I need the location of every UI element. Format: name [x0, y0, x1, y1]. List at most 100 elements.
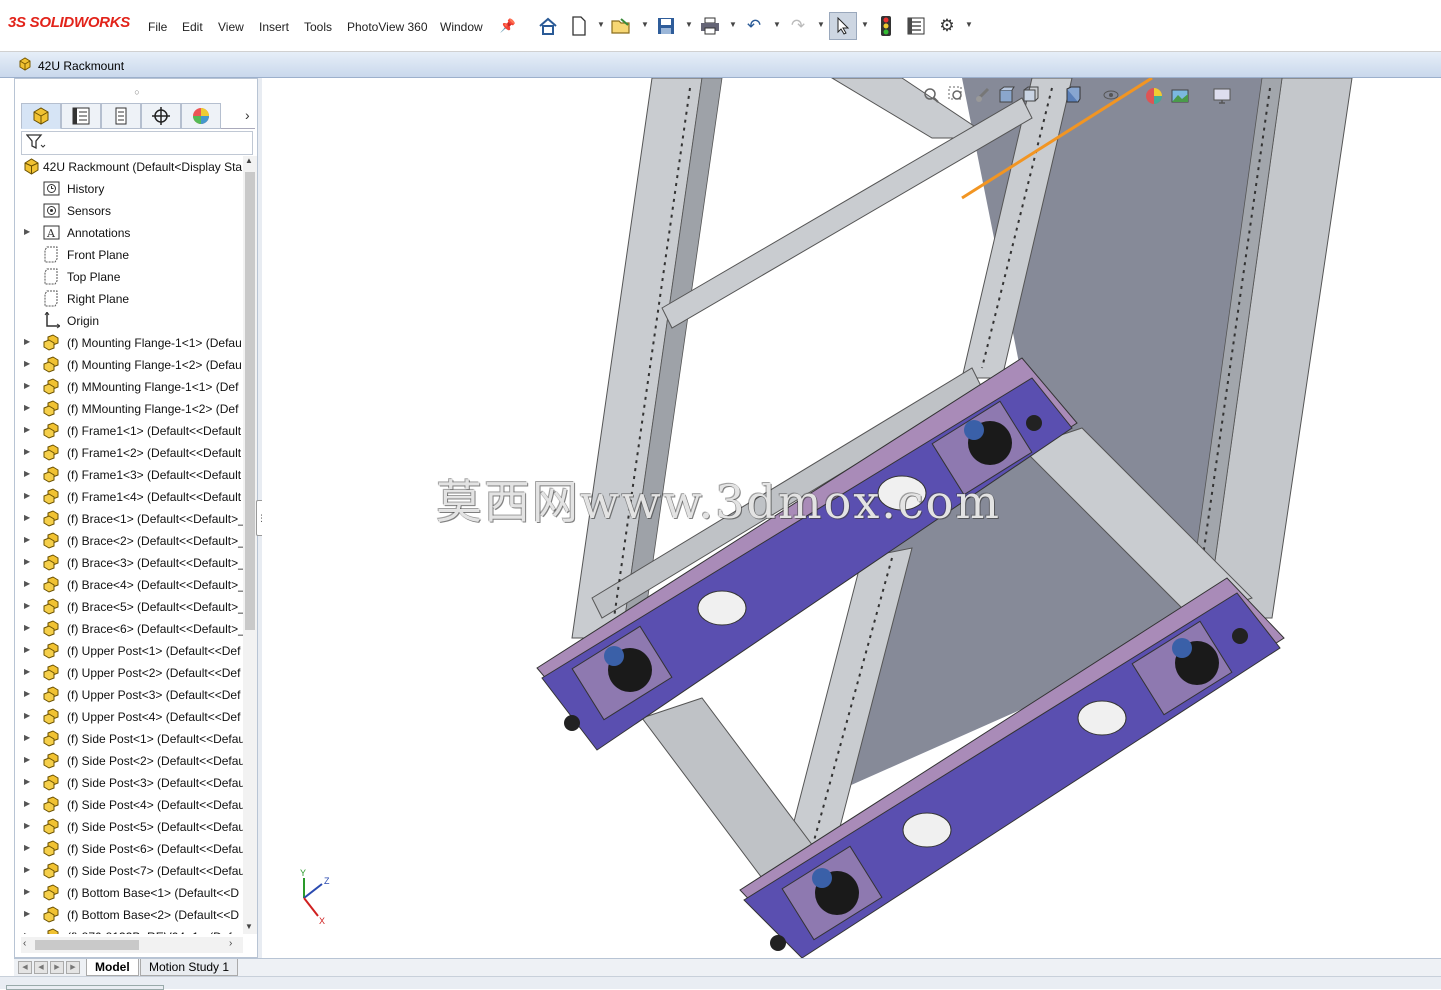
redo-icon[interactable]: ↷	[786, 14, 810, 38]
home-icon[interactable]	[536, 14, 560, 38]
expand-arrow-icon[interactable]: ▶	[24, 601, 30, 610]
tree-item[interactable]: ▶ (f) 870-8133B_REV04<1> (Defaul	[15, 926, 243, 934]
open-folder-icon[interactable]	[610, 14, 634, 38]
tree-item[interactable]: Origin	[15, 310, 243, 332]
menu-view[interactable]: View	[218, 20, 244, 34]
tab-configuration-manager[interactable]	[101, 103, 141, 129]
section-view-icon[interactable]	[998, 86, 1018, 106]
expand-arrow-icon[interactable]: ▶	[24, 381, 30, 390]
scroll-thumb[interactable]	[245, 172, 255, 630]
expand-arrow-icon[interactable]: ▶	[24, 403, 30, 412]
zoom-to-fit-icon[interactable]	[922, 86, 942, 106]
tree-item[interactable]: ▶ (f) Side Post<4> (Default<<Defau	[15, 794, 243, 816]
scroll-left-icon[interactable]: ‹	[23, 938, 26, 949]
expand-arrow-icon[interactable]: ▶	[24, 513, 30, 522]
tree-item[interactable]: ▶ (f) Brace<5> (Default<<Default>_	[15, 596, 243, 618]
print-icon[interactable]	[698, 14, 722, 38]
tab-model[interactable]: Model	[86, 959, 139, 976]
prev-tab-icon[interactable]: ◀	[34, 961, 48, 974]
redo-dropdown-icon[interactable]: ▼	[817, 20, 825, 29]
expand-arrow-icon[interactable]: ▶	[24, 557, 30, 566]
tree-item[interactable]: ▶ (f) Upper Post<3> (Default<<Def	[15, 684, 243, 706]
edit-appearance-icon[interactable]	[1144, 86, 1164, 106]
expand-arrow-icon[interactable]: ▶	[24, 623, 30, 632]
menu-photoview[interactable]: PhotoView 360	[347, 20, 428, 34]
expand-arrow-icon[interactable]: ▶	[24, 909, 30, 918]
rebuild-icon[interactable]	[874, 14, 898, 38]
tab-display-manager[interactable]	[181, 103, 221, 129]
tree-item[interactable]: ▶ (f) Bottom Base<2> (Default<<D	[15, 904, 243, 926]
expand-arrow-icon[interactable]: ▶	[24, 777, 30, 786]
tree-item[interactable]: ▶ (f) Brace<2> (Default<<Default>_	[15, 530, 243, 552]
select-pointer-icon[interactable]	[829, 12, 857, 40]
save-dropdown-icon[interactable]: ▼	[685, 20, 693, 29]
save-icon[interactable]	[654, 14, 678, 38]
undo-dropdown-icon[interactable]: ▼	[773, 20, 781, 29]
tree-item[interactable]: ▶ (f) Bottom Base<1> (Default<<D	[15, 882, 243, 904]
expand-arrow-icon[interactable]: ▶	[24, 359, 30, 368]
tree-item[interactable]: ▶ (f) Side Post<6> (Default<<Defau	[15, 838, 243, 860]
options-dropdown-icon[interactable]: ▼	[965, 20, 973, 29]
menu-window[interactable]: Window	[440, 20, 483, 34]
tree-item[interactable]: ▶ (f) Upper Post<1> (Default<<Def	[15, 640, 243, 662]
first-tab-icon[interactable]: ◀	[18, 961, 32, 974]
expand-arrow-icon[interactable]: ▶	[24, 535, 30, 544]
tree-item[interactable]: Top Plane	[15, 266, 243, 288]
tree-item[interactable]: ▶ (f) Upper Post<4> (Default<<Def	[15, 706, 243, 728]
expand-arrow-icon[interactable]: ▶	[24, 425, 30, 434]
solidworks-logo[interactable]: 3S SOLIDWORKS	[8, 14, 130, 31]
expand-arrow-icon[interactable]: ▶	[24, 865, 30, 874]
tabs-next-icon[interactable]: ›	[245, 107, 250, 123]
file-properties-icon[interactable]	[904, 14, 928, 38]
new-dropdown-icon[interactable]: ▼	[597, 20, 605, 29]
menu-file[interactable]: File	[148, 20, 167, 34]
expand-arrow-icon[interactable]: ▶	[24, 579, 30, 588]
tab-feature-manager[interactable]	[21, 103, 61, 129]
apply-scene-icon[interactable]	[1170, 86, 1190, 106]
tab-motion-study-1[interactable]: Motion Study 1	[140, 959, 239, 976]
tree-item[interactable]: ▶ (f) Mounting Flange-1<1> (Defau	[15, 332, 243, 354]
tree-vertical-scrollbar[interactable]: ▲ ▼	[243, 156, 257, 934]
open-dropdown-icon[interactable]: ▼	[641, 20, 649, 29]
expand-arrow-icon[interactable]: ▶	[24, 821, 30, 830]
view-orientation-icon[interactable]	[1022, 86, 1042, 106]
tab-property-manager[interactable]	[61, 103, 101, 129]
graphics-area[interactable]: Y Z X 莫西网www.3dmox.com	[262, 78, 1441, 958]
tree-item[interactable]: ▶ (f) Brace<4> (Default<<Default>_	[15, 574, 243, 596]
expand-arrow-icon[interactable]: ▶	[24, 469, 30, 478]
expand-arrow-icon[interactable]: ▶	[24, 689, 30, 698]
pin-icon[interactable]: 📌	[496, 14, 520, 38]
tree-horizontal-scrollbar[interactable]: ‹ ›	[21, 937, 243, 953]
view-settings-icon[interactable]	[1212, 86, 1232, 106]
scroll-down-icon[interactable]: ▼	[245, 922, 253, 931]
menu-edit[interactable]: Edit	[182, 20, 203, 34]
tree-item[interactable]: History	[15, 178, 243, 200]
tree-item[interactable]: ▶ (f) Mounting Flange-1<2> (Defau	[15, 354, 243, 376]
display-style-icon[interactable]	[1064, 86, 1084, 106]
next-tab-icon[interactable]: ▶	[50, 961, 64, 974]
tree-item[interactable]: Right Plane	[15, 288, 243, 310]
tree-item[interactable]: ▶ (f) Upper Post<2> (Default<<Def	[15, 662, 243, 684]
tree-item[interactable]: ▶ (f) MMounting Flange-1<2> (Def	[15, 398, 243, 420]
undo-icon[interactable]: ↶	[742, 14, 766, 38]
tree-item[interactable]: ▶ (f) Frame1<4> (Default<<Default	[15, 486, 243, 508]
expand-arrow-icon[interactable]: ▶	[24, 667, 30, 676]
tree-item[interactable]: ▶ (f) Side Post<2> (Default<<Defau	[15, 750, 243, 772]
expand-arrow-icon[interactable]: ▶	[24, 491, 30, 500]
tree-item[interactable]: ▶ A Annotations	[15, 222, 243, 244]
scroll-right-icon[interactable]: ›	[229, 938, 232, 949]
menu-tools[interactable]: Tools	[304, 20, 332, 34]
tree-item[interactable]: Sensors	[15, 200, 243, 222]
hide-show-icon[interactable]	[1102, 86, 1122, 106]
panel-grip[interactable]: ○	[15, 87, 259, 97]
tree-item[interactable]: ▶ (f) Brace<6> (Default<<Default>_	[15, 618, 243, 640]
menu-insert[interactable]: Insert	[259, 20, 289, 34]
expand-arrow-icon[interactable]: ▶	[24, 887, 30, 896]
options-gear-icon[interactable]: ⚙	[935, 14, 959, 38]
new-document-icon[interactable]	[567, 14, 591, 38]
expand-arrow-icon[interactable]: ▶	[24, 337, 30, 346]
tree-item[interactable]: ▶ (f) Brace<1> (Default<<Default>_	[15, 508, 243, 530]
zoom-area-icon[interactable]	[948, 86, 968, 106]
last-tab-icon[interactable]: ▶	[66, 961, 80, 974]
tree-item[interactable]: ▶ (f) Frame1<1> (Default<<Default	[15, 420, 243, 442]
